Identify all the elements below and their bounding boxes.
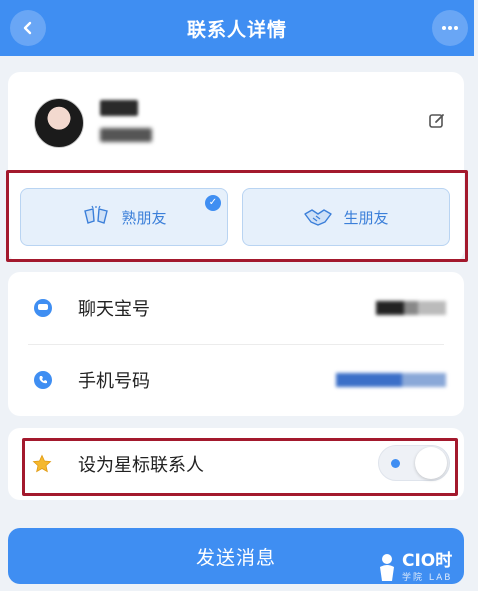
page-title: 联系人详情: [186, 18, 287, 41]
phone-value-redacted: [336, 373, 446, 387]
chat-id-value-redacted: [376, 301, 446, 315]
contact-name-redacted: [100, 100, 138, 116]
ellipsis-icon: [442, 26, 458, 30]
info-row-chat-id[interactable]: 聊天宝号: [8, 272, 464, 344]
info-label-chat-id: 聊天宝号: [78, 299, 150, 320]
avatar[interactable]: [34, 98, 84, 148]
highlight-box-star: [22, 438, 458, 496]
info-row-phone[interactable]: 手机号码: [8, 344, 464, 416]
phone-icon: [34, 371, 52, 389]
contact-id-redacted: [100, 128, 152, 142]
chevron-left-icon: [23, 21, 32, 35]
chat-bubble-icon: [34, 299, 52, 317]
pencil-icon[interactable]: [428, 112, 446, 130]
highlight-box-tags: [6, 170, 468, 262]
info-card: 聊天宝号 手机号码: [8, 272, 464, 416]
more-options-button[interactable]: [432, 10, 468, 46]
top-bar: 联系人详情: [0, 0, 474, 56]
send-message-label: 发送消息: [195, 546, 276, 569]
info-label-phone: 手机号码: [78, 371, 150, 392]
send-message-button[interactable]: 发送消息: [8, 528, 464, 584]
back-button[interactable]: [10, 10, 46, 46]
